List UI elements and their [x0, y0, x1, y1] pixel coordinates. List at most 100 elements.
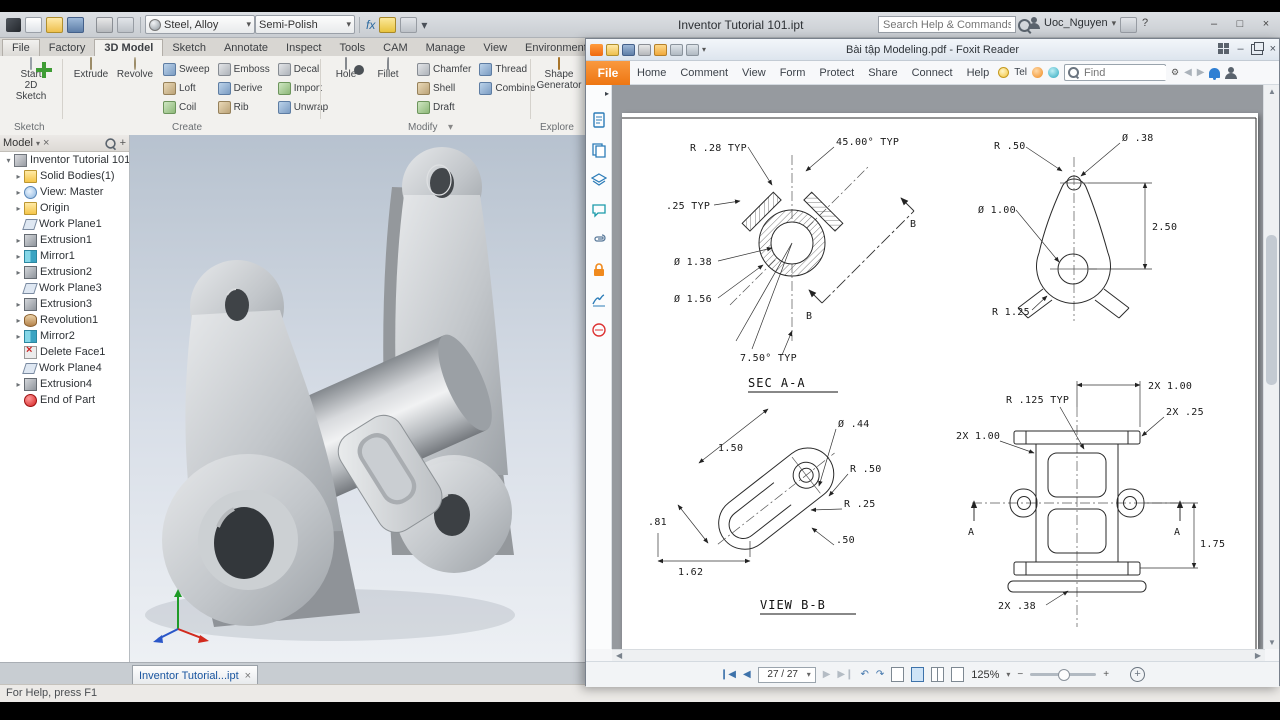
appearance-combo[interactable]: Semi-Polish ▾ [255, 15, 355, 34]
expander-icon[interactable]: ▸ [14, 236, 23, 245]
loft-button[interactable]: Loft [160, 79, 213, 98]
find-box[interactable] [1064, 64, 1166, 81]
close-button[interactable]: × [1270, 42, 1276, 56]
next-view-button[interactable]: ↷ [876, 667, 884, 683]
tree-item-work-plane3[interactable]: Work Plane3 [0, 280, 129, 296]
stamp-panel-icon[interactable] [591, 322, 607, 338]
cloud-icon[interactable] [1048, 67, 1059, 78]
expander-icon[interactable]: ▸ [14, 332, 23, 341]
previous-page-button[interactable]: ◀ [743, 667, 751, 683]
tree-item-end-of-part[interactable]: End of Part [0, 392, 129, 408]
open-file-icon[interactable] [46, 17, 63, 33]
chevron-down-icon[interactable]: ▾ [807, 670, 811, 679]
tab-manage[interactable]: Manage [417, 40, 475, 56]
menu-connect[interactable]: Connect [905, 61, 960, 85]
store-icon[interactable] [1120, 17, 1137, 33]
horizontal-scrollbar[interactable]: ◀ ▶ [612, 649, 1265, 661]
tree-item-origin[interactable]: ▸ Origin [0, 200, 129, 216]
tell-me-label[interactable]: Tel [1014, 67, 1027, 78]
scroll-up-icon[interactable]: ▲ [1268, 87, 1276, 96]
previous-view-button[interactable]: ↶ [860, 667, 868, 683]
zoom-chevron-icon[interactable]: ▾ [1006, 670, 1010, 679]
tab-3d-model[interactable]: 3D Model [94, 39, 163, 56]
tab-sketch[interactable]: Sketch [163, 40, 215, 56]
tell-me-bulb-icon[interactable] [998, 67, 1009, 78]
emboss-button[interactable]: Emboss [215, 60, 273, 79]
tree-item-extrusion3[interactable]: ▸ Extrusion3 [0, 296, 129, 312]
tree-item-mirror1[interactable]: ▸ Mirror1 [0, 248, 129, 264]
scrollbar-thumb[interactable] [1266, 235, 1277, 385]
close-browser-icon[interactable]: × [43, 137, 49, 149]
expander-icon[interactable]: ▸ [14, 380, 23, 389]
tab-cam[interactable]: CAM [374, 40, 416, 56]
page-number-input[interactable] [759, 668, 807, 681]
bookmarks-panel-icon[interactable] [591, 112, 607, 128]
tree-item-revolution1[interactable]: ▸ Revolution1 [0, 312, 129, 328]
zoom-level-label[interactable]: 125% [971, 669, 999, 681]
start-2d-sketch-button[interactable]: Start 2D Sketch [8, 58, 54, 102]
close-tab-icon[interactable]: × [245, 670, 251, 682]
help-icon[interactable]: ? [1142, 17, 1148, 29]
revolve-button[interactable]: Revolve [112, 58, 158, 80]
tab-factory[interactable]: Factory [40, 40, 95, 56]
attachments-panel-icon[interactable] [591, 232, 607, 248]
signature-panel-icon[interactable] [591, 292, 607, 308]
expander-icon[interactable]: ▸ [14, 252, 23, 261]
expander-icon[interactable]: ▸ [14, 300, 23, 309]
tree-item-work-plane1[interactable]: Work Plane1 [0, 216, 129, 232]
facing-view-button[interactable] [931, 667, 944, 682]
close-button[interactable]: × [1256, 16, 1276, 34]
panel-label-modify[interactable]: Modify [408, 122, 437, 133]
browser-search-icon[interactable] [105, 138, 115, 148]
orientation-triad[interactable] [148, 587, 212, 647]
notification-bell-icon[interactable] [1209, 68, 1220, 78]
maximize-button[interactable]: □ [1230, 16, 1250, 34]
tree-item-extrusion1[interactable]: ▸ Extrusion1 [0, 232, 129, 248]
chevron-down-icon[interactable]: ▾ [36, 139, 40, 148]
scroll-left-icon[interactable]: ◀ [616, 650, 622, 661]
undo-icon[interactable] [670, 44, 683, 56]
first-page-button[interactable]: ❙◀ [720, 667, 736, 683]
menu-home[interactable]: Home [630, 61, 673, 85]
restore-button[interactable] [1251, 44, 1263, 55]
save-icon[interactable] [67, 17, 84, 33]
extra-tool-icon[interactable] [400, 17, 417, 33]
measure-icon[interactable] [379, 17, 396, 33]
browser-add-icon[interactable]: + [120, 137, 126, 149]
document-tab[interactable]: Inventor Tutorial...ipt × [132, 665, 258, 685]
shape-generator-button[interactable]: Shape Generator [536, 58, 582, 91]
shell-button[interactable]: Shell [414, 79, 474, 98]
print-icon[interactable] [638, 44, 651, 56]
tree-item-work-plane4[interactable]: Work Plane4 [0, 360, 129, 376]
forward-arrow-icon[interactable]: ▶ [1197, 67, 1205, 78]
menu-form[interactable]: Form [773, 61, 813, 85]
page-number-box[interactable]: ▾ [758, 667, 816, 683]
assistant-icon[interactable] [1032, 67, 1043, 78]
redo-icon[interactable] [686, 44, 699, 56]
sweep-button[interactable]: Sweep [160, 60, 213, 79]
tree-item-solid-bodies[interactable]: ▸ Solid Bodies(1) [0, 168, 129, 184]
import-button[interactable]: Import [275, 79, 331, 98]
single-page-view-button[interactable] [891, 667, 904, 682]
tab-annotate[interactable]: Annotate [215, 40, 277, 56]
layout-grid-icon[interactable] [1218, 43, 1230, 55]
zoom-out-button[interactable]: − [1017, 667, 1023, 683]
document-area[interactable]: R .28 TYP 45.00° TYP .25 TYP Ø 1.38 Ø 1.… [612, 85, 1265, 649]
fillet-button[interactable]: Fillet [368, 58, 408, 80]
new-file-icon[interactable] [25, 17, 42, 33]
material-combo[interactable]: Steel, Alloy ▾ [145, 15, 255, 34]
tab-inspect[interactable]: Inspect [277, 40, 330, 56]
chamfer-button[interactable]: Chamfer [414, 60, 474, 79]
menu-help[interactable]: Help [960, 61, 997, 85]
fit-page-button[interactable]: + [1130, 667, 1145, 682]
return-icon[interactable] [117, 17, 134, 33]
qat-chevron-icon[interactable]: ▾ [419, 18, 429, 32]
tree-item-extrusion2[interactable]: ▸ Extrusion2 [0, 264, 129, 280]
rib-button[interactable]: Rib [215, 98, 273, 117]
scroll-right-icon[interactable]: ▶ [1255, 650, 1261, 661]
minimize-button[interactable]: – [1237, 42, 1243, 56]
expander-icon[interactable]: ▸ [14, 316, 23, 325]
expander-icon[interactable]: ▾ [4, 156, 13, 165]
comments-panel-icon[interactable] [591, 202, 607, 218]
security-lock-icon[interactable] [591, 262, 607, 278]
